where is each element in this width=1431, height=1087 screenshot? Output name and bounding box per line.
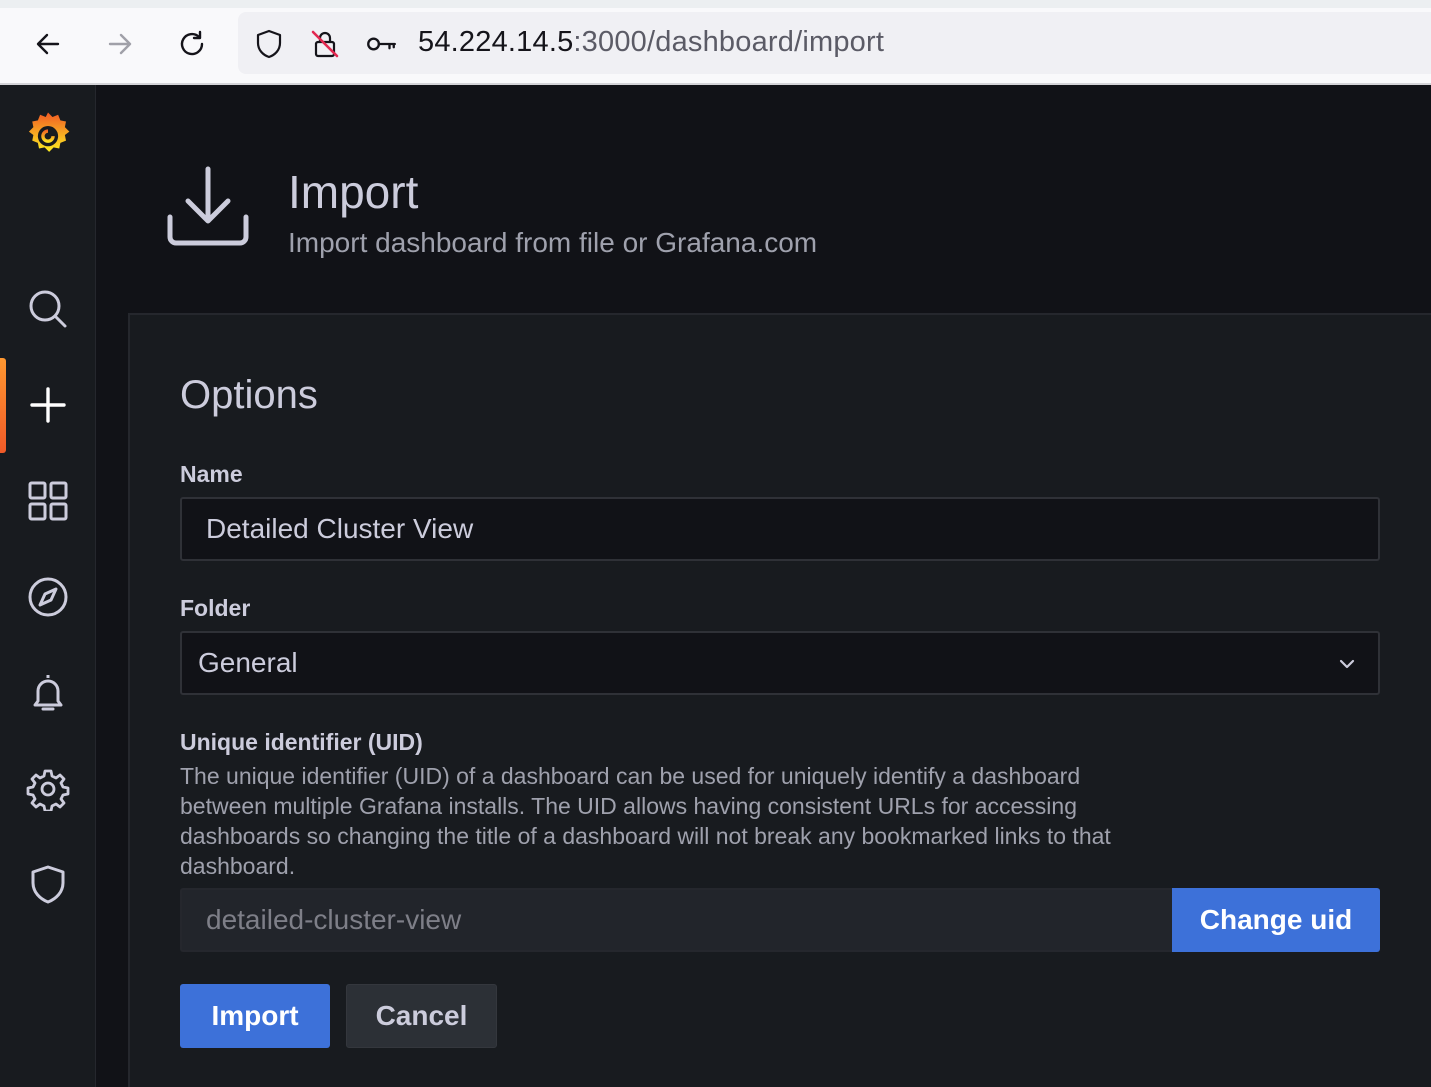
folder-select[interactable]: General: [180, 631, 1380, 695]
sidebar-item-configuration[interactable]: [0, 741, 96, 837]
folder-label: Folder: [180, 595, 251, 621]
search-icon: [29, 290, 67, 328]
bell-icon: [33, 675, 63, 711]
sidebar-item-alerting[interactable]: [0, 645, 96, 741]
browser-toolbar: 54.224.14.5:3000/dashboard/import: [0, 0, 1431, 85]
url-text[interactable]: 54.224.14.5:3000/dashboard/import: [418, 26, 884, 59]
import-button[interactable]: Import: [180, 984, 330, 1048]
sidebar-item-server-admin[interactable]: [0, 837, 96, 933]
options-panel: Options Name Detailed Cluster View Folde…: [128, 313, 1431, 1087]
arrow-left-icon: [36, 33, 60, 55]
page-subtitle: Import dashboard from file or Grafana.co…: [288, 227, 818, 258]
forward-button[interactable]: [98, 22, 142, 66]
shield-icon: [31, 865, 65, 904]
cancel-button[interactable]: Cancel: [346, 984, 497, 1048]
grafana-logo-icon: [28, 112, 70, 152]
sidebar-item-create[interactable]: [0, 357, 96, 453]
reload-button[interactable]: [170, 22, 214, 66]
page-title: Import: [288, 166, 419, 218]
sidebar: [0, 85, 96, 1087]
chevron-down-icon: [1339, 659, 1355, 669]
uid-input[interactable]: detailed-cluster-view: [180, 888, 1172, 952]
plus-icon: [30, 387, 66, 423]
sidebar-item-dashboards[interactable]: [0, 453, 96, 549]
insecure-lock-icon[interactable]: [308, 27, 342, 61]
change-uid-button[interactable]: Change uid: [1172, 888, 1380, 952]
main-content: Import Import dashboard from file or Gra…: [96, 85, 1431, 1087]
compass-icon: [28, 577, 68, 617]
import-icon: [167, 166, 249, 246]
section-title: Options: [180, 373, 318, 417]
arrow-right-icon: [108, 33, 132, 55]
name-input[interactable]: Detailed Cluster View: [180, 497, 1380, 561]
uid-description: The unique identifier (UID) of a dashboa…: [180, 763, 1111, 879]
apps-icon: [28, 481, 68, 521]
key-icon[interactable]: [364, 27, 398, 61]
url-bar[interactable]: 54.224.14.5:3000/dashboard/import: [238, 12, 1431, 74]
name-label: Name: [180, 461, 243, 487]
sidebar-item-explore[interactable]: [0, 549, 96, 645]
gear-icon: [26, 769, 70, 811]
uid-label: Unique identifier (UID): [180, 729, 423, 755]
sidebar-item-search[interactable]: [0, 261, 96, 357]
reload-icon: [180, 30, 204, 56]
back-button[interactable]: [26, 22, 70, 66]
url-host: 54.224.14.5: [418, 26, 574, 58]
url-path: :3000/dashboard/import: [573, 26, 885, 58]
shield-icon[interactable]: [252, 27, 286, 61]
grafana-logo[interactable]: [0, 87, 96, 183]
folder-value: General: [198, 647, 298, 678]
